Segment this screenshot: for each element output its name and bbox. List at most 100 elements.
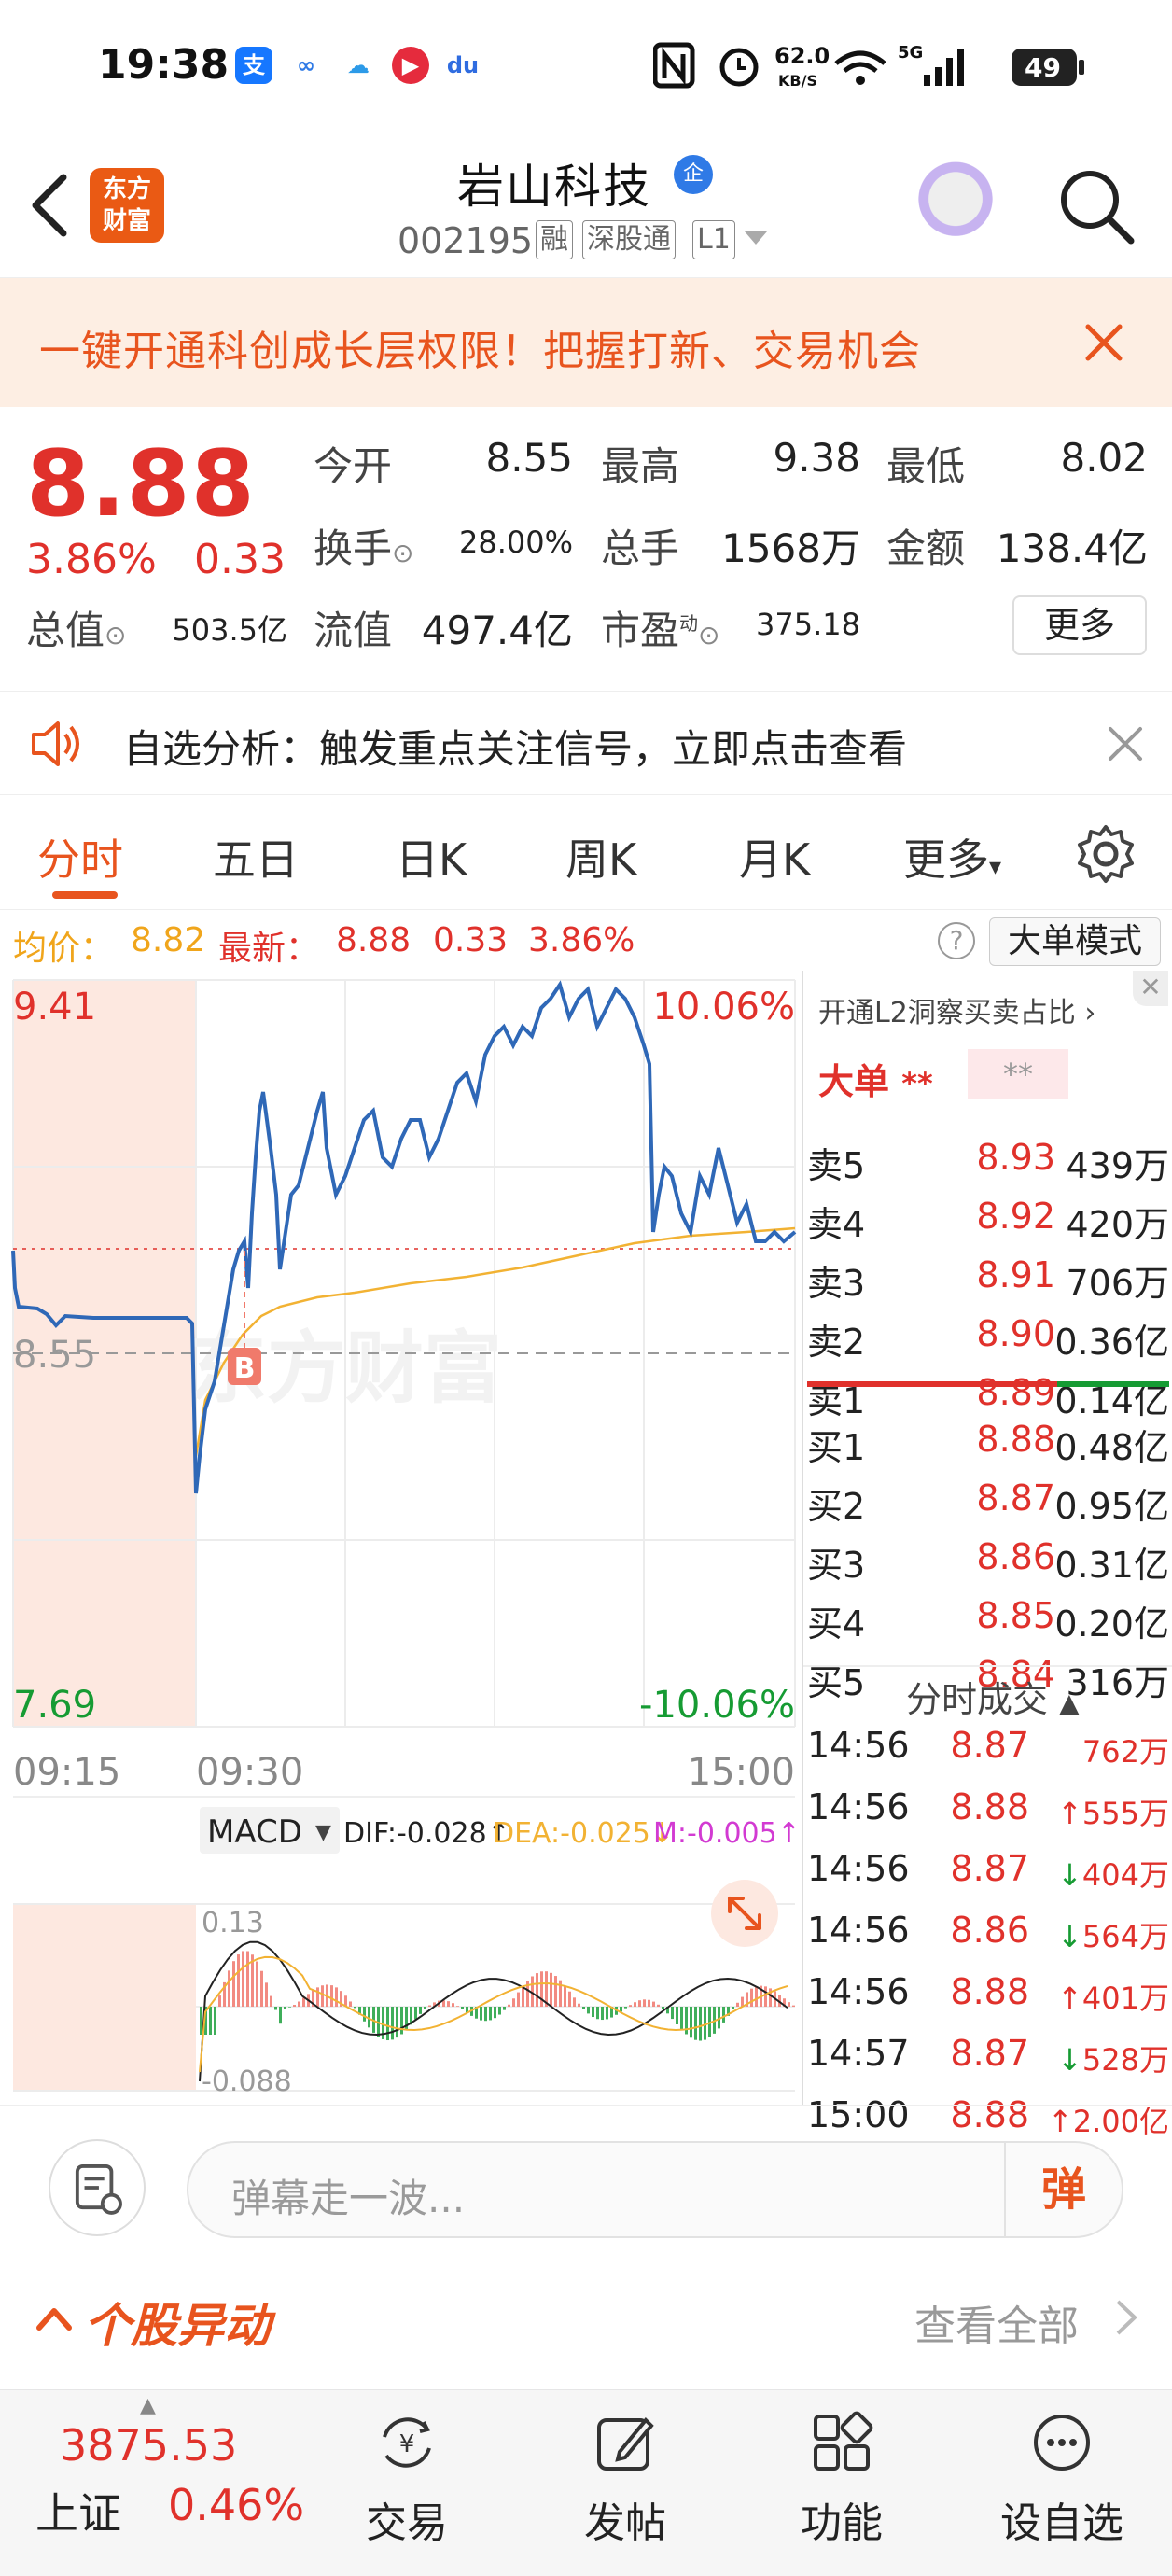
avg-value: 8.82 [131, 921, 206, 959]
trade-row: 14:56 8.87 ↓404万 [807, 1848, 1169, 1893]
view-all-link[interactable]: 查看全部 [914, 2292, 1079, 2352]
volume-value: 1568万 [721, 525, 860, 571]
time-start: 09:15 [13, 1751, 120, 1794]
alert-text: 自选分析：触发重点关注信号，立即点击查看 [123, 726, 908, 772]
trade-row: 14:56 8.87 762万 [807, 1725, 1169, 1770]
open-label: 今开 [314, 443, 393, 489]
latest-value: 8.88 [336, 921, 412, 959]
close-icon[interactable]: ✕ [1133, 971, 1168, 1006]
tab-monthly-k[interactable]: 月K [739, 826, 810, 888]
ask-row[interactable]: 卖2 8.90 0.36亿 [807, 1313, 1169, 1365]
alipay-icon: 支 [235, 47, 272, 84]
index-name[interactable]: 上证 [35, 2480, 121, 2541]
time-open: 09:30 [196, 1751, 303, 1794]
info-icon: ⊙ [698, 620, 720, 651]
baidu-app-icon: du [444, 47, 481, 84]
close-icon[interactable] [1081, 319, 1127, 366]
stock-name: 岩山科技 [457, 160, 651, 214]
ask-row[interactable]: 卖1 8.89 0.14亿 [807, 1372, 1169, 1424]
bid-row[interactable]: 买2 8.87 0.95亿 [807, 1477, 1169, 1530]
grid-icon [814, 2411, 873, 2471]
bid-ratio-bar [1057, 1381, 1169, 1387]
ask-row[interactable]: 卖4 8.92 420万 [807, 1196, 1169, 1248]
big-order-mode-button[interactable]: 大单模式 [989, 917, 1161, 966]
more-dots-icon [1034, 2415, 1090, 2471]
nav-post[interactable]: 发帖 [551, 2409, 700, 2558]
intraday-chart[interactable]: 东方财富 B 9.41 8.55 7.69 10.06% -10.06% 09:… [0, 971, 802, 2105]
chevron-down-icon: ▼ [315, 1821, 331, 1844]
bid-row[interactable]: 买3 8.86 0.31亿 [807, 1536, 1169, 1589]
bid-row[interactable]: 买1 8.88 0.48亿 [807, 1419, 1169, 1471]
stock-code[interactable]: 002195 [398, 220, 533, 261]
ask-row[interactable]: 卖3 8.91 706万 [807, 1254, 1169, 1307]
nav-trade[interactable]: ¥ 交易 [332, 2409, 481, 2558]
stock-movement-section: 个股异动 查看全部 [0, 2249, 1172, 2389]
nav-functions[interactable]: 功能 [767, 2409, 916, 2558]
expand-icon[interactable] [711, 1880, 778, 1947]
tag-margin: 融 [536, 220, 573, 259]
last-price: 8.88 [26, 431, 256, 538]
gear-icon[interactable] [1073, 821, 1138, 887]
help-icon[interactable]: ? [938, 922, 975, 959]
trades-title[interactable]: 分时成交 ▲ [906, 1671, 1080, 1722]
mktcap-value: 503.5亿 [172, 612, 287, 648]
edit-icon [597, 2417, 654, 2471]
signal-icon: 5G [898, 43, 964, 86]
alarm-icon [719, 48, 759, 87]
amount-label: 金额 [886, 525, 966, 571]
tab-more[interactable]: 更多▾ [903, 826, 1001, 888]
big-order-value: ** [968, 1049, 1068, 1099]
macd-dea: DEA:-0.025↓ [493, 1817, 674, 1850]
index-value[interactable]: 3875.53 [60, 2420, 237, 2471]
trade-row: 14:56 8.88 ↑555万 [807, 1786, 1169, 1831]
info-icon: ⊙ [392, 538, 414, 568]
enterprise-badge: 企 [674, 155, 713, 194]
promo-banner[interactable]: 一键开通科创成长层权限！把握打新、交易机会 [0, 278, 1172, 407]
bottom-pct-label: -10.06% [639, 1684, 795, 1727]
caret-up-icon: ▲ [1059, 1687, 1080, 1718]
high-label: 最高 [601, 443, 680, 489]
search-icon[interactable] [1054, 164, 1138, 248]
turnover-label: 换手⊙ [314, 525, 414, 571]
chevron-up-icon[interactable] [34, 2298, 75, 2335]
trade-icon: ¥ [383, 2417, 431, 2468]
back-icon[interactable] [22, 168, 78, 243]
tab-underline [52, 891, 118, 899]
nav-watchlist[interactable]: 设自选 [987, 2409, 1137, 2558]
latest-change: 0.33 [433, 921, 509, 959]
macd-bottom-label: -0.088 [202, 2065, 292, 2098]
l2-promo[interactable]: 开通L2洞察买卖占比 › [818, 989, 1095, 1030]
chevron-right-icon: › [1084, 997, 1096, 1029]
bid-row[interactable]: 买4 8.85 0.20亿 [807, 1595, 1169, 1647]
movement-title: 个股异动 [84, 2299, 271, 2353]
high-value: 9.38 [773, 435, 860, 481]
index-percent[interactable]: 0.46% [168, 2480, 304, 2530]
more-button[interactable]: 更多 [1012, 595, 1147, 655]
macd-name: MACD [207, 1813, 302, 1851]
quote-panel: 8.88 3.86% 0.33 今开 8.55 最高 9.38 最低 8.02 … [0, 407, 1172, 683]
chevron-right-icon[interactable] [1112, 2296, 1140, 2339]
tab-five-day[interactable]: 五日 [213, 826, 299, 888]
eastmoney-logo[interactable]: 东方 财富 [90, 168, 164, 243]
svg-text:KB/S: KB/S [778, 72, 817, 90]
comment-list-icon[interactable] [49, 2139, 146, 2236]
trade-row: 14:56 8.88 ↑401万 [807, 1971, 1169, 2016]
chart-tabs: 分时 五日 日K 周K 月K 更多▾ [0, 798, 1172, 910]
danmu-button[interactable]: 弹 [1004, 2143, 1122, 2236]
analysis-alert[interactable]: 自选分析：触发重点关注信号，立即点击查看 [0, 691, 1172, 795]
macd-top-label: 0.13 [202, 1907, 264, 1939]
close-icon[interactable] [1101, 720, 1150, 768]
ask-row[interactable]: 卖5 8.93 439万 [807, 1137, 1169, 1189]
assistant-avatar[interactable] [911, 159, 1000, 248]
tab-daily-k[interactable]: 日K [396, 826, 467, 888]
status-time: 19:38 [98, 41, 230, 89]
tab-weekly-k[interactable]: 周K [565, 826, 636, 888]
stock-header: 东方 财富 岩山科技 企 002195 融 深股通 L1 [0, 131, 1172, 278]
dropdown-caret-icon[interactable] [743, 228, 769, 250]
wifi-icon [834, 50, 886, 85]
buy-marker-label: B [234, 1352, 256, 1385]
big-order-label: 大单 ** [818, 1061, 933, 1102]
tab-intraday[interactable]: 分时 [37, 826, 123, 888]
danmu-input[interactable]: 弹幕走一波... 弹 [187, 2141, 1123, 2238]
bottom-price-label: 7.69 [13, 1684, 96, 1727]
